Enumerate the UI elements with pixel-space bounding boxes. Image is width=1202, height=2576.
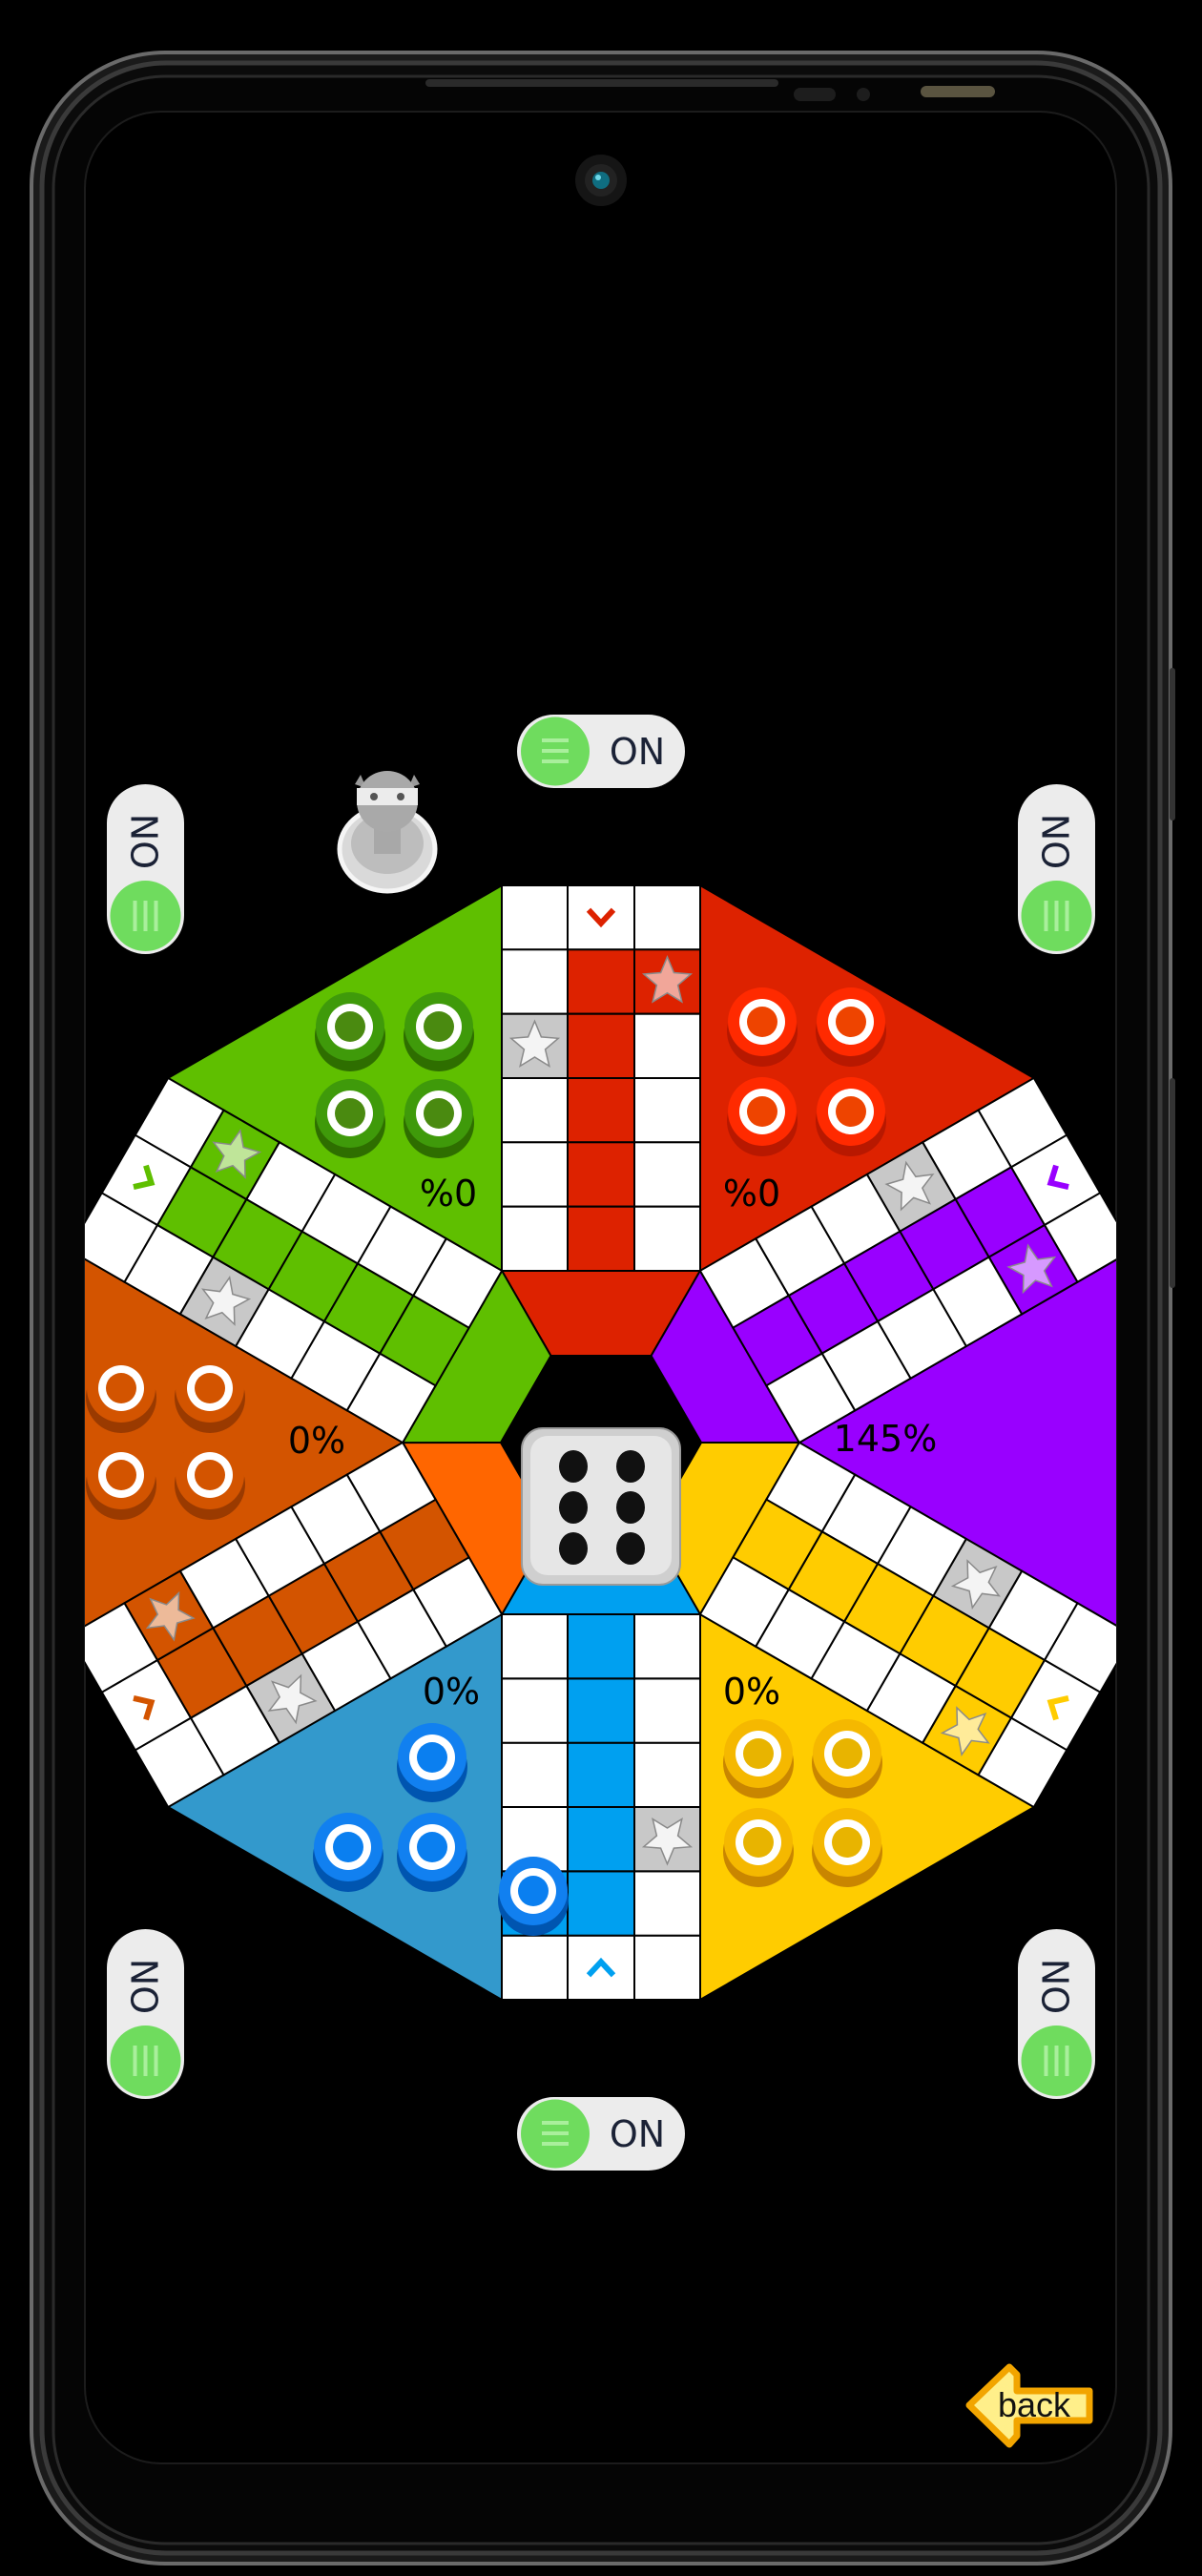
toggle-label: ON	[125, 1959, 167, 2014]
toggle-bottom[interactable]: ON	[517, 2097, 685, 2171]
back-label: back	[998, 2385, 1071, 2424]
board-cell	[567, 1012, 635, 1080]
toggle-right-upper[interactable]: ON	[1018, 784, 1095, 954]
board-cell	[501, 948, 569, 1015]
game-piece-blue[interactable]	[397, 1813, 467, 1892]
progress-label-red: %0	[723, 1173, 780, 1215]
game-piece-orange[interactable]	[86, 1441, 156, 1520]
board-cell	[567, 1077, 635, 1144]
game-piece-red[interactable]	[816, 987, 886, 1067]
board-cell	[633, 884, 701, 951]
game-piece-blue[interactable]	[397, 1723, 467, 1802]
dice-pip	[559, 1491, 588, 1524]
board-cell	[501, 1741, 569, 1808]
board-cell	[633, 1077, 701, 1144]
board-cell	[567, 1934, 635, 2001]
dice-pip	[559, 1450, 588, 1483]
arm-red	[500, 884, 702, 1357]
board-cell	[567, 1677, 635, 1744]
board-cell	[633, 1613, 701, 1680]
game-piece-red[interactable]	[816, 1077, 886, 1156]
board-cell	[501, 1205, 569, 1272]
toggle-left-lower[interactable]: ON	[107, 1929, 184, 2099]
board-cell	[567, 1141, 635, 1208]
game-piece-yellow[interactable]	[723, 1719, 794, 1798]
board-cell	[501, 1141, 569, 1208]
dice-pip	[559, 1532, 588, 1565]
progress-label-green: %0	[420, 1173, 477, 1215]
board-cell	[567, 948, 635, 1015]
board-cell	[633, 1012, 701, 1080]
game-piece-red[interactable]	[727, 1077, 798, 1156]
speaker-grille	[425, 79, 778, 87]
game-piece-yellow[interactable]	[812, 1808, 882, 1887]
board-cell	[567, 1805, 635, 1873]
game-piece-orange[interactable]	[175, 1441, 245, 1520]
board-cell	[501, 1934, 569, 2001]
board-cell	[501, 1613, 569, 1680]
board-cell	[633, 1205, 701, 1272]
game-piece-green[interactable]	[315, 1079, 385, 1158]
game-piece-blue[interactable]	[498, 1857, 569, 1936]
game-piece-green[interactable]	[315, 992, 385, 1071]
board-cell	[567, 1613, 635, 1680]
progress-label-purple: 145%	[834, 1418, 938, 1460]
toggle-top[interactable]: ON	[517, 715, 685, 788]
game-piece-yellow[interactable]	[723, 1808, 794, 1887]
progress-label-yellow: 0%	[723, 1671, 780, 1713]
toggle-label: ON	[610, 731, 665, 773]
game-piece-red[interactable]	[727, 987, 798, 1067]
game-piece-green[interactable]	[404, 1079, 474, 1158]
board-cell	[567, 1205, 635, 1272]
board-cell	[501, 1077, 569, 1144]
board-cell	[501, 1677, 569, 1744]
front-camera-icon	[575, 155, 627, 206]
board-cell	[633, 1677, 701, 1744]
phone-screen: %0 145% 0% 0% 0% %0 ON ON ON ONON ON back	[30, 51, 1175, 2566]
dice-pip	[616, 1491, 645, 1524]
toggle-right-lower[interactable]: ON	[1018, 1929, 1095, 2099]
game-piece-blue[interactable]	[313, 1813, 383, 1892]
toggle-label: ON	[1036, 1959, 1078, 2014]
board-cell	[633, 1934, 701, 2001]
board-cell	[567, 1870, 635, 1937]
board-cell	[567, 884, 635, 951]
dice-pip	[616, 1532, 645, 1565]
dice[interactable]	[521, 1427, 681, 1586]
game-piece-green[interactable]	[404, 992, 474, 1071]
board-cell	[633, 1870, 701, 1937]
toggle-left-upper[interactable]: ON	[107, 784, 184, 954]
progress-label-orange: 0%	[288, 1420, 345, 1462]
board-cell	[633, 1741, 701, 1808]
board-cell	[501, 884, 569, 951]
game-piece-orange[interactable]	[86, 1354, 156, 1433]
game-piece-orange[interactable]	[175, 1354, 245, 1433]
toggle-label: ON	[1036, 814, 1078, 869]
toggle-label: ON	[610, 2113, 665, 2155]
dice-pip	[616, 1450, 645, 1483]
toggle-label: ON	[125, 814, 167, 869]
board-cell	[633, 1141, 701, 1208]
progress-label-blue: 0%	[423, 1671, 480, 1713]
game-piece-yellow[interactable]	[812, 1719, 882, 1798]
board-cell	[567, 1741, 635, 1808]
